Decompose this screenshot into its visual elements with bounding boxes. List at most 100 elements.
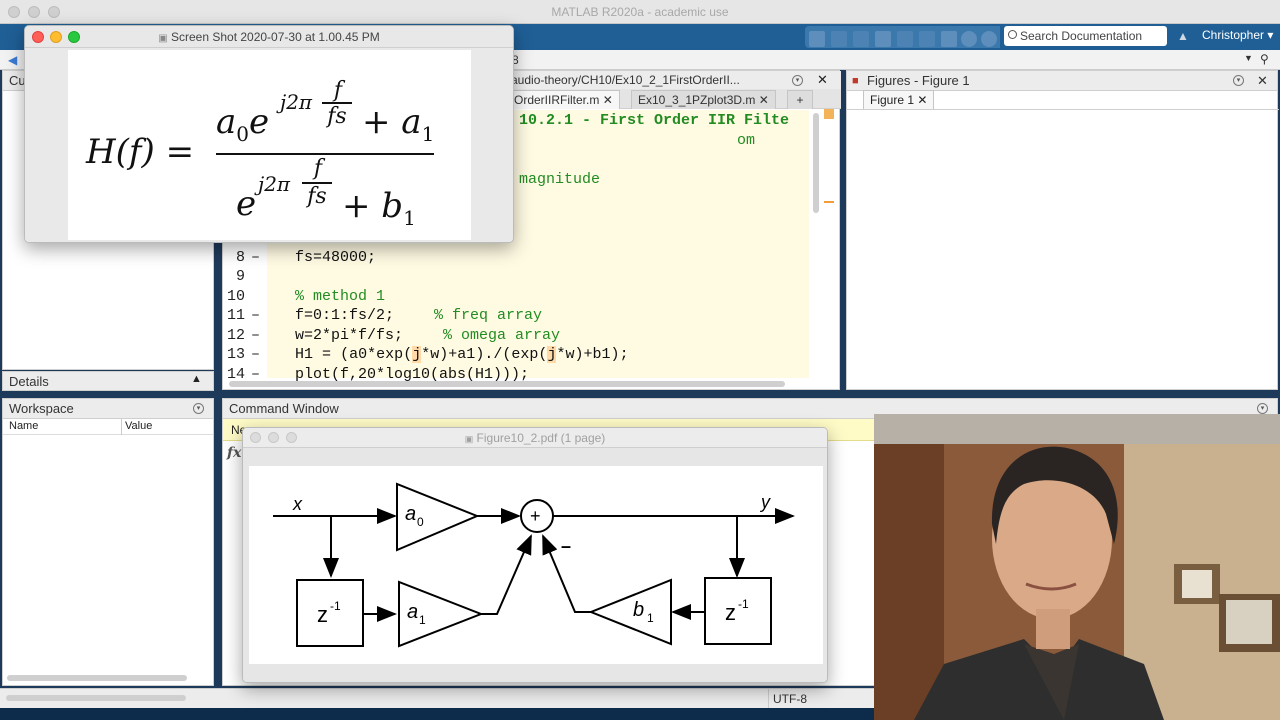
collapse-icon[interactable]: ▲: [191, 373, 202, 385]
code-line[interactable]: f=0:1:fs/2; % freq array: [295, 307, 542, 324]
col-value[interactable]: Value: [125, 420, 152, 432]
window-zoom-icon[interactable]: [286, 432, 297, 443]
screenshot-window-titlebar[interactable]: ▣ Screen Shot 2020-07-30 at 1.00.45 PM: [25, 26, 513, 48]
a0-label: a: [405, 503, 416, 525]
user-menu[interactable]: Christopher ▾: [1202, 28, 1273, 42]
code-text: w=2*pi*f/fs;: [295, 326, 404, 344]
editor-hscroll[interactable]: [229, 381, 785, 387]
code-line[interactable]: plot(f,20*log10(abs(H1)));: [295, 366, 529, 383]
num-plus-a1: + a: [362, 102, 422, 142]
webcam-presenter-video: [874, 414, 1280, 720]
save-icon[interactable]: [809, 31, 825, 47]
code-text: 10.2.1 - First Order IIR Filte: [519, 112, 790, 129]
code-line[interactable]: 10.2.1 - First Order IIR Filte: [519, 112, 789, 129]
pdf-preview-window[interactable]: ▣ Figure10_2.pdf (1 page) x y a 0 a 1 b …: [242, 427, 828, 683]
warning-indicator[interactable]: [824, 109, 834, 119]
den-tail: + b1: [342, 186, 416, 230]
window-close-icon[interactable]: [250, 432, 261, 443]
editor-close-icon[interactable]: ✕: [817, 72, 828, 88]
copy-icon[interactable]: [853, 31, 869, 47]
switch-windows-icon[interactable]: [941, 31, 957, 47]
fx-icon[interactable]: fx: [227, 445, 241, 461]
cut-icon[interactable]: [831, 31, 847, 47]
back-icon[interactable]: ◀: [8, 53, 17, 67]
den-exponent: j2π: [258, 172, 291, 196]
code-line[interactable]: magnitude: [519, 171, 600, 188]
bell-icon[interactable]: ▲: [1177, 29, 1189, 43]
add-tab-button[interactable]: +: [787, 90, 813, 109]
minimize-dot[interactable]: [28, 6, 40, 18]
code-line[interactable]: % method 1: [295, 288, 385, 305]
code-line[interactable]: om: [737, 132, 755, 149]
b1-sub: 1: [647, 611, 654, 625]
code-comment: % omega array: [443, 326, 561, 344]
workspace-title: Workspace: [9, 401, 74, 416]
figures-actions-icon[interactable]: ▾: [1233, 75, 1244, 86]
document-icon: ▣: [464, 434, 474, 444]
num-exponent: j2π: [280, 90, 313, 114]
code-line[interactable]: H1 = (a0*exp(j*w)+a1)./(exp(j*w)+b1);: [295, 346, 629, 363]
tab-close-icon[interactable]: ✕: [759, 93, 769, 107]
main-fraction-bar: [216, 153, 434, 155]
a0-subscript: 0: [236, 122, 250, 146]
close-dot[interactable]: [8, 6, 20, 18]
editor-vscroll[interactable]: [813, 113, 819, 213]
search-icon: [1008, 30, 1017, 39]
input-label: x: [292, 494, 303, 514]
pdf-window-titlebar[interactable]: ▣ Figure10_2.pdf (1 page): [243, 428, 827, 448]
tab-close-icon[interactable]: ✕: [917, 93, 927, 107]
status-scrollbar[interactable]: [6, 695, 186, 701]
zoom-dot[interactable]: [48, 6, 60, 18]
formula-image: H(f) = a0e j2π f fs + a1 e j2π f fs + b1: [68, 50, 471, 240]
code-text: fs=48000;: [295, 248, 377, 266]
screenshot-preview-window[interactable]: ▣ Screen Shot 2020-07-30 at 1.00.45 PM H…: [24, 25, 514, 243]
output-label: y: [759, 492, 771, 512]
tab-close-icon[interactable]: ✕: [603, 93, 613, 107]
options-icon[interactable]: [981, 31, 997, 47]
address-dropdown-icon[interactable]: ▼: [1244, 53, 1253, 63]
den-frac-bot: fs: [307, 184, 327, 209]
iir-block-diagram: x y a 0 a 1 b 1 z -1 z -1 + –: [249, 466, 823, 664]
document-icon: ▣: [158, 33, 168, 44]
formula-lhs: H(f) =: [86, 132, 195, 172]
a1-label: a: [407, 601, 418, 623]
tab-figure-1[interactable]: Figure 1 ✕: [863, 90, 935, 109]
den-frac-top: f: [313, 156, 323, 181]
editor-actions-icon[interactable]: ▾: [792, 75, 803, 86]
command-window-actions-icon[interactable]: ▾: [1257, 403, 1268, 414]
figures-close-icon[interactable]: ✕: [1257, 71, 1268, 91]
window-minimize-icon[interactable]: [268, 432, 279, 443]
num-exp-base: e: [249, 102, 270, 142]
warning-marker[interactable]: [824, 201, 834, 203]
workspace-actions-icon[interactable]: ▾: [193, 403, 204, 414]
quick-access-toolbar: [805, 26, 1000, 48]
delay-exp-1: -1: [330, 599, 341, 613]
formula-numerator: a0e: [216, 102, 269, 146]
code-text: % method 1: [295, 287, 386, 305]
tab-orderiirfilter[interactable]: OrderIIRFilter.m ✕: [507, 90, 620, 109]
code-text: H1 = (a0*exp(j*w)+a1)./(exp(j*w)+b1);: [295, 346, 629, 363]
tab-pzplot3d[interactable]: Ex10_3_1PZplot3D.m ✕: [631, 90, 776, 109]
col-name[interactable]: Name: [9, 420, 38, 432]
code-text: om: [737, 131, 756, 149]
workspace-header: Workspace ▾: [3, 399, 213, 419]
den-exp-base: e: [236, 184, 257, 224]
window-close-icon[interactable]: [32, 31, 44, 43]
workspace-scrollbar[interactable]: [7, 675, 187, 681]
help-icon[interactable]: [961, 31, 977, 47]
address-search-icon[interactable]: ⚲: [1260, 52, 1269, 66]
details-header[interactable]: Details ▲: [2, 371, 214, 391]
search-documentation-input[interactable]: Search Documentation: [1004, 26, 1167, 46]
code-line[interactable]: w=2*pi*f/fs; % omega array: [295, 327, 560, 344]
paste-icon[interactable]: [875, 31, 891, 47]
window-zoom-icon[interactable]: [68, 31, 80, 43]
details-label: Details: [9, 374, 49, 389]
delay-label-2: z: [725, 600, 736, 625]
screenshot-window-title: Screen Shot 2020-07-30 at 1.00.45 PM: [170, 30, 380, 44]
encoding-label: UTF-8: [768, 689, 807, 709]
undo-icon[interactable]: [897, 31, 913, 47]
code-line[interactable]: fs=48000;: [295, 249, 376, 266]
window-minimize-icon[interactable]: [50, 31, 62, 43]
code-text: plot(f,20*log10(abs(H1)));: [295, 365, 530, 383]
redo-icon[interactable]: [919, 31, 935, 47]
